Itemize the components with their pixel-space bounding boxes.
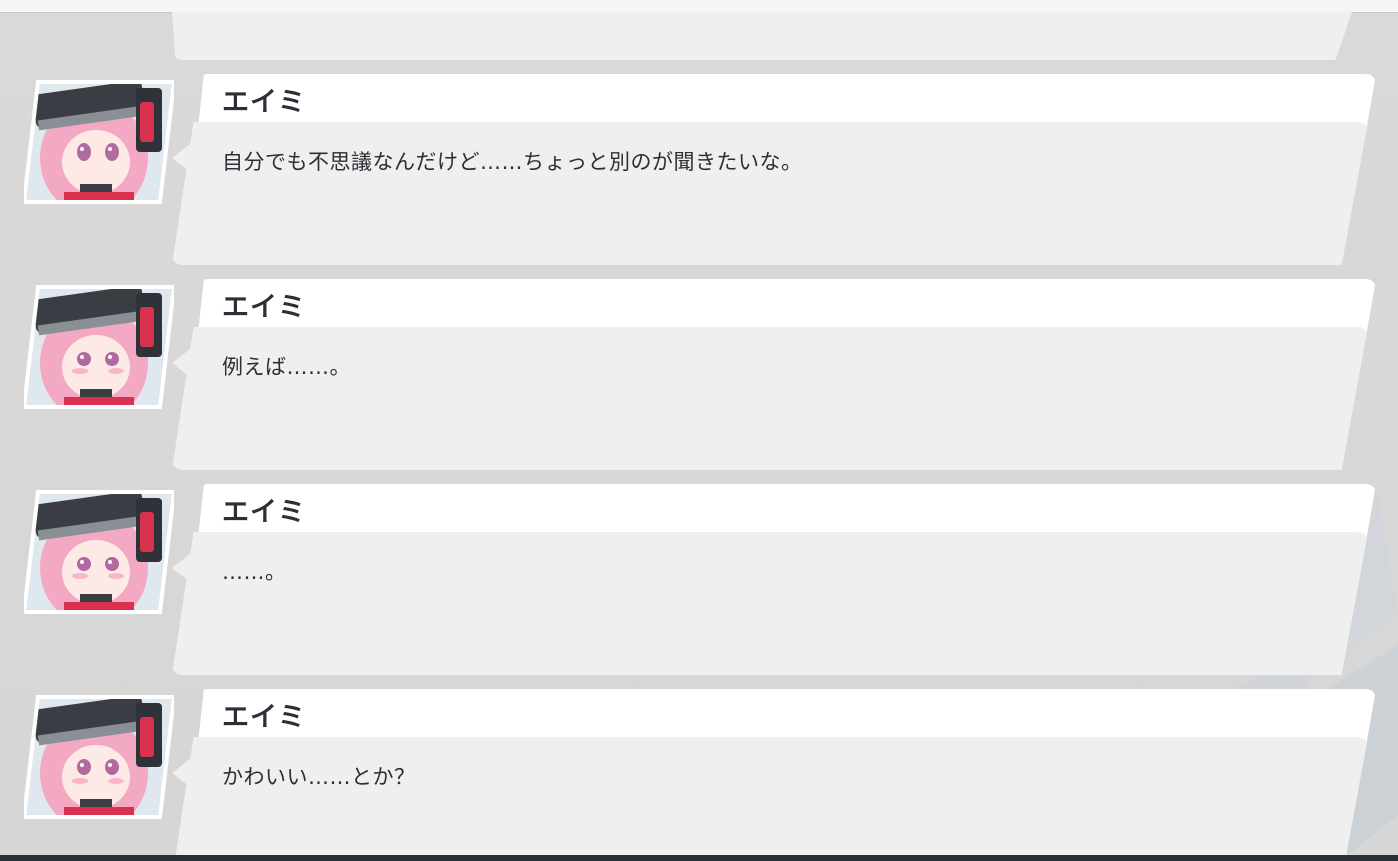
log-entry[interactable]: エイミ かわいい……とか？	[0, 689, 1398, 861]
bubble-pointer	[172, 554, 190, 582]
message-text: 自分でも不思議なんだけど……ちょっと別のが聞きたいな。	[222, 150, 803, 174]
bubble-pointer	[172, 759, 190, 787]
speaker-name-tab	[198, 689, 1376, 743]
log-entry[interactable]: エイミ 自分でも不思議なんだけど……ちょっと別のが聞きたいな。	[0, 74, 1398, 270]
character-portrait-icon	[24, 490, 174, 614]
speaker-name-tab	[198, 279, 1376, 333]
message-bubble	[172, 122, 1368, 265]
log-entry[interactable]: エイミ ……。	[0, 484, 1398, 680]
speaker-name: エイミ	[222, 702, 306, 733]
log-entry[interactable]: エイミ 例えば……。	[0, 279, 1398, 475]
speaker-name-tab	[198, 484, 1376, 538]
speaker-name-tab	[198, 74, 1376, 128]
bubble-pointer	[172, 349, 190, 377]
dialogue-log-panel[interactable]: エイミ 自分でも不思議なんだけど……ちょっと別のが聞きたいな。 エイミ 例えば……	[0, 0, 1398, 861]
log-bottom-edge	[0, 855, 1398, 861]
message-text: かわいい……とか？	[222, 765, 416, 789]
message-text: 例えば……。	[222, 355, 351, 379]
character-portrait-icon	[24, 80, 174, 204]
speaker-name: エイミ	[222, 292, 306, 323]
message-bubble	[172, 737, 1368, 861]
speaker-name: エイミ	[222, 497, 306, 528]
message-text: ……。	[222, 560, 287, 584]
character-portrait-icon	[24, 695, 174, 819]
message-bubble	[172, 327, 1368, 470]
previous-message-bubble	[172, 12, 1352, 60]
message-bubble	[172, 532, 1368, 675]
speaker-name: エイミ	[222, 87, 306, 118]
bubble-pointer	[172, 144, 190, 172]
character-portrait-icon	[24, 285, 174, 409]
log-top-edge	[0, 0, 1398, 13]
